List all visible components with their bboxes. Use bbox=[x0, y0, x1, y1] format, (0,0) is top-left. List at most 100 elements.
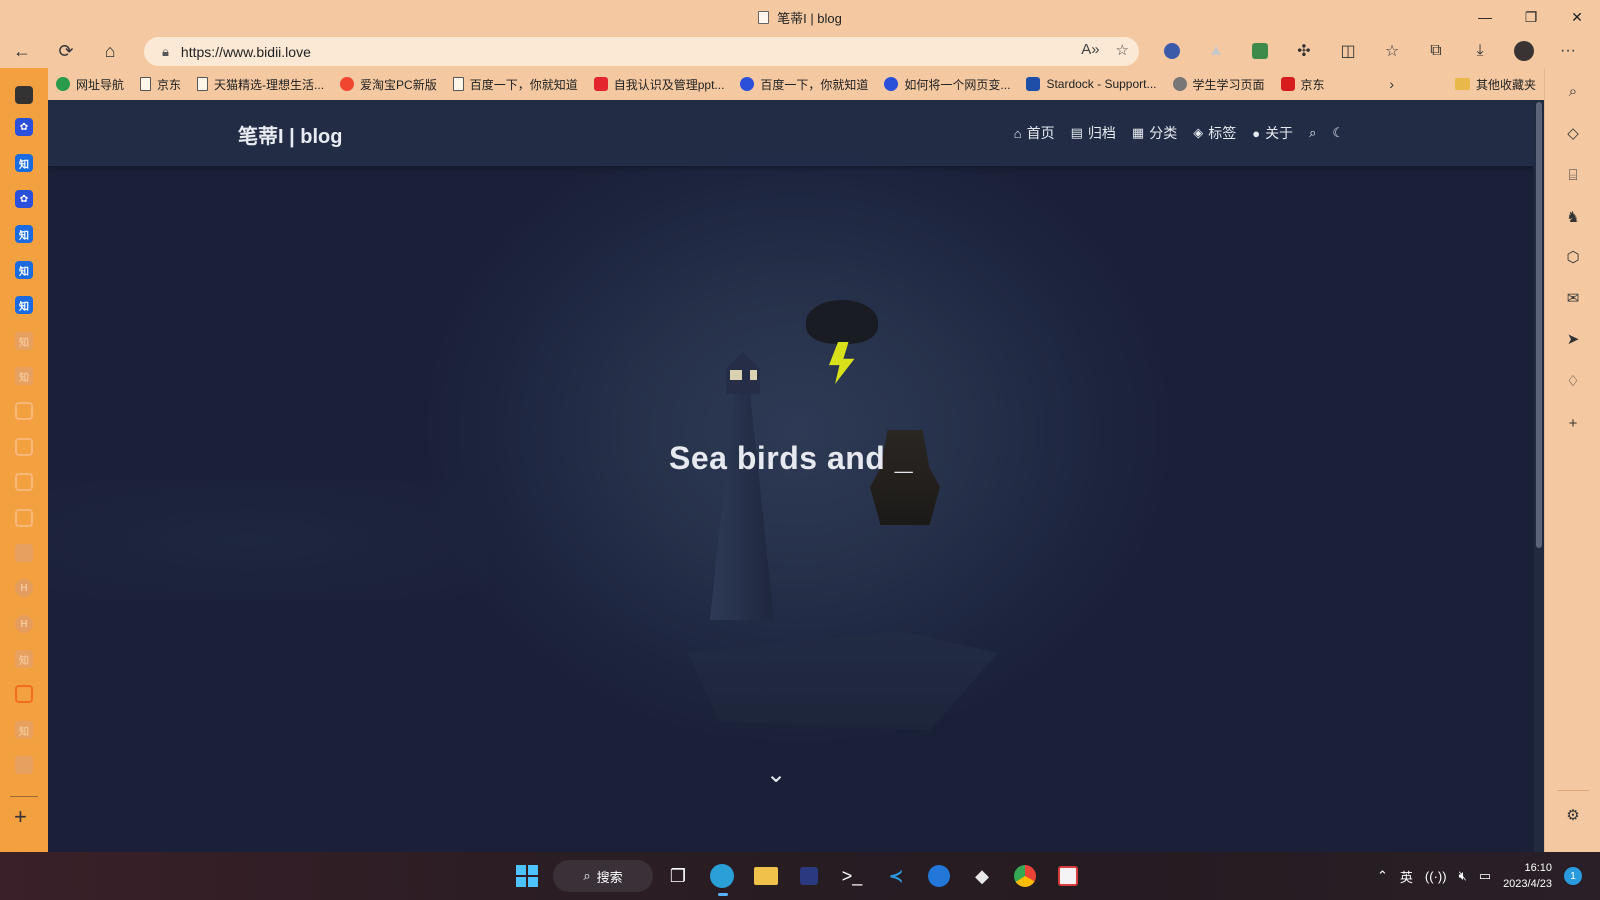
tab-zhihu-icon[interactable]: 知 bbox=[15, 367, 33, 385]
tab-zhihu-icon[interactable]: 知 bbox=[15, 332, 33, 350]
nav-tags[interactable]: ◈ 标签 bbox=[1193, 123, 1236, 143]
tab-h-icon[interactable]: H bbox=[15, 615, 33, 633]
other-bookmarks[interactable]: 其他收藏夹 bbox=[1447, 68, 1544, 100]
nav-category[interactable]: ▦ 分类 bbox=[1132, 123, 1177, 143]
vscode-icon[interactable]: ≺ bbox=[880, 860, 912, 892]
outlook-icon[interactable]: ✉ bbox=[1562, 287, 1584, 309]
read-aloud-icon[interactable]: A» bbox=[1081, 41, 1099, 59]
url-text[interactable]: https://www.bidii.love bbox=[181, 44, 311, 60]
volume-muted-icon[interactable]: 🔇︎ bbox=[1459, 868, 1467, 884]
tab-zhihu-icon[interactable]: 知 bbox=[15, 261, 33, 279]
cat-app-icon[interactable] bbox=[793, 860, 825, 892]
extension-triangle-icon[interactable]: ▲ bbox=[1194, 34, 1238, 68]
chrome-icon[interactable] bbox=[1009, 860, 1041, 892]
tab-folder-icon[interactable] bbox=[15, 544, 33, 562]
favorites-icon[interactable]: ☆ bbox=[1370, 34, 1414, 68]
add-icon[interactable]: + bbox=[1562, 412, 1584, 434]
add-favorite-icon[interactable]: ☆ bbox=[1116, 41, 1129, 59]
dark-mode-toggle[interactable]: ☾ bbox=[1332, 125, 1344, 141]
search-icon[interactable]: ⌕ bbox=[1562, 80, 1584, 102]
pointer-app-icon[interactable] bbox=[923, 860, 955, 892]
tab-zhihu-icon[interactable]: 知 bbox=[15, 721, 33, 739]
bookmark-item[interactable]: 天猫精选-理想生活... bbox=[189, 71, 332, 97]
drop-icon[interactable]: ♢ bbox=[1562, 370, 1584, 392]
edge-icon[interactable] bbox=[706, 860, 738, 896]
downloads-icon[interactable]: ⤓ bbox=[1458, 34, 1502, 68]
nav-home[interactable]: ⌂ 首页 bbox=[1014, 123, 1055, 143]
bookmark-item[interactable]: 百度一下，你就知道 bbox=[732, 71, 876, 97]
notification-badge[interactable]: 1 bbox=[1564, 867, 1582, 885]
tools-icon[interactable]: ⌸ bbox=[1562, 164, 1584, 186]
window-title: 笔蒂I | blog bbox=[777, 10, 842, 26]
bookmark-item[interactable]: Stardock - Support... bbox=[1018, 71, 1164, 97]
close-button[interactable]: ✕ bbox=[1554, 0, 1600, 34]
ime-indicator[interactable]: 英 bbox=[1400, 867, 1413, 886]
window-controls: — ❐ ✕ bbox=[1462, 0, 1600, 34]
windows-start-icon[interactable] bbox=[511, 860, 543, 892]
bookmark-item[interactable]: 自我认识及管理ppt... bbox=[586, 71, 733, 97]
terminal-icon[interactable]: >_ bbox=[836, 860, 868, 892]
snipping-tool-icon[interactable] bbox=[1052, 860, 1084, 892]
wifi-icon[interactable]: ((·)) bbox=[1425, 869, 1447, 884]
battery-icon[interactable]: ▭ bbox=[1479, 868, 1491, 884]
bookmark-item[interactable]: 网址导航 bbox=[48, 71, 132, 97]
tab-zhihu-icon[interactable]: 知 bbox=[15, 225, 33, 243]
task-view-icon[interactable]: ❐ bbox=[662, 860, 694, 892]
tab-baidu-icon[interactable]: ✿ bbox=[15, 118, 33, 136]
minimize-button[interactable]: — bbox=[1462, 0, 1508, 34]
git-icon[interactable]: ◆ bbox=[966, 860, 998, 892]
extension-download-icon[interactable] bbox=[1238, 34, 1282, 68]
home-button[interactable]: ⌂ bbox=[88, 34, 132, 68]
tab-zhihu-icon[interactable]: 知 bbox=[15, 650, 33, 668]
tab-link-icon[interactable] bbox=[15, 473, 33, 491]
tab-link-icon[interactable] bbox=[15, 509, 33, 527]
extensions-icon[interactable]: ✣ bbox=[1282, 34, 1326, 68]
address-bar[interactable]: 🔒︎ https://www.bidii.love A» ☆ bbox=[144, 37, 1139, 66]
tab-link-icon[interactable] bbox=[15, 438, 33, 456]
bookmark-item[interactable]: 京东 bbox=[132, 71, 189, 97]
clock[interactable]: 16:10 2023/4/23 bbox=[1503, 860, 1552, 892]
tab-link-icon[interactable] bbox=[15, 402, 33, 420]
office-icon[interactable]: ⬡ bbox=[1562, 246, 1584, 268]
bookmark-item[interactable]: 如何将一个网页变... bbox=[876, 71, 1018, 97]
tab-folder-icon[interactable] bbox=[15, 756, 33, 774]
site-search-button[interactable]: ⌕ bbox=[1309, 125, 1316, 141]
bookmark-item[interactable]: 百度一下，你就知道 bbox=[445, 71, 586, 97]
shopping-tag-icon[interactable]: ◇ bbox=[1562, 122, 1584, 144]
site-logo[interactable]: 笔蒂I | blog bbox=[238, 120, 342, 149]
chevron-up-icon[interactable]: ⌃ bbox=[1377, 868, 1388, 884]
tab-actions-icon[interactable] bbox=[15, 86, 33, 104]
settings-gear-icon[interactable]: ⚙ bbox=[1562, 804, 1584, 826]
more-menu-icon[interactable]: ··· bbox=[1546, 34, 1590, 68]
split-screen-icon[interactable]: ◫ bbox=[1326, 34, 1370, 68]
games-icon[interactable]: ♞ bbox=[1562, 206, 1584, 228]
tab-zhihu-icon[interactable]: 知 bbox=[15, 154, 33, 172]
refresh-button[interactable]: ⟳ bbox=[44, 34, 88, 68]
tab-link-icon[interactable] bbox=[15, 685, 33, 703]
collections-icon[interactable]: ⧉ bbox=[1414, 34, 1458, 68]
file-explorer-icon[interactable] bbox=[750, 860, 782, 892]
restore-button[interactable]: ❐ bbox=[1508, 0, 1554, 34]
scroll-down-chevron-icon[interactable]: ⌄ bbox=[766, 760, 786, 789]
new-tab-plus-icon[interactable]: + bbox=[14, 804, 27, 830]
nav-label: 首页 bbox=[1026, 125, 1055, 141]
chevron-right-icon[interactable]: › bbox=[1389, 68, 1394, 100]
nav-archive[interactable]: ▤ 归档 bbox=[1071, 123, 1116, 143]
tab-baidu-icon[interactable]: ✿ bbox=[15, 190, 33, 208]
tab-h-icon[interactable]: H bbox=[15, 579, 33, 597]
bookmark-item[interactable]: 爱淘宝PC新版 bbox=[332, 71, 445, 97]
extension-cursor-icon[interactable] bbox=[1150, 34, 1194, 68]
search-icon: ⌕ bbox=[583, 868, 591, 883]
scrollbar-thumb[interactable] bbox=[1536, 102, 1542, 548]
back-button[interactable]: ← bbox=[0, 34, 44, 68]
page-scrollbar[interactable] bbox=[1534, 100, 1544, 852]
lock-icon[interactable]: 🔒︎ bbox=[162, 44, 169, 60]
bookmark-item[interactable]: 京东 bbox=[1273, 71, 1333, 97]
send-icon[interactable]: ➤ bbox=[1562, 328, 1584, 350]
taskbar-search[interactable]: ⌕ 搜索 bbox=[553, 860, 653, 892]
profile-avatar[interactable] bbox=[1502, 34, 1546, 68]
nav-about[interactable]: ● 关于 bbox=[1252, 123, 1293, 143]
bookmark-item[interactable]: 学生学习页面 bbox=[1165, 71, 1273, 97]
other-bookmarks-label: 其他收藏夹 bbox=[1475, 77, 1536, 92]
tab-zhihu-icon[interactable]: 知 bbox=[15, 296, 33, 314]
